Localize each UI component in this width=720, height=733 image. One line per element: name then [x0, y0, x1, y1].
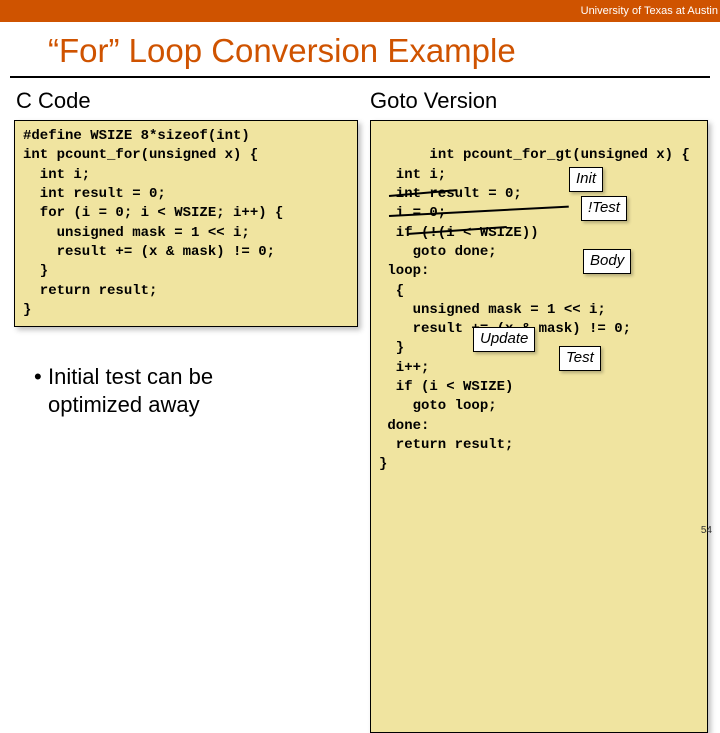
bullet-point: •Initial test can be optimized away — [0, 327, 370, 418]
bullet-line-2: optimized away — [48, 392, 200, 417]
annot-body: Body — [583, 249, 631, 274]
annot-not-test: !Test — [581, 196, 627, 221]
page-number: 54 — [701, 525, 712, 536]
header-bar: University of Texas at Austin — [0, 0, 720, 22]
right-column: Goto Version int pcount_for_gt(unsigned … — [370, 78, 720, 733]
slide-title: “For” Loop Conversion Example — [0, 22, 720, 76]
annot-init: Init — [569, 167, 603, 192]
bullet-line-1: Initial test can be — [48, 364, 213, 389]
left-column: C Code #define WSIZE 8*sizeof(int) int p… — [0, 78, 370, 733]
c-code-box: #define WSIZE 8*sizeof(int) int pcount_f… — [14, 120, 358, 327]
bullet-indent — [34, 391, 48, 419]
annot-test: Test — [559, 346, 601, 371]
goto-code-text: int pcount_for_gt(unsigned x) { int i; i… — [379, 147, 690, 472]
goto-code-box: int pcount_for_gt(unsigned x) { int i; i… — [370, 120, 708, 733]
university-name: University of Texas at Austin — [581, 5, 718, 17]
goto-heading: Goto Version — [370, 78, 720, 120]
two-columns: C Code #define WSIZE 8*sizeof(int) int p… — [0, 78, 720, 733]
annot-update: Update — [473, 327, 535, 352]
c-code-heading: C Code — [0, 78, 370, 120]
bullet-dot: • — [34, 363, 48, 391]
